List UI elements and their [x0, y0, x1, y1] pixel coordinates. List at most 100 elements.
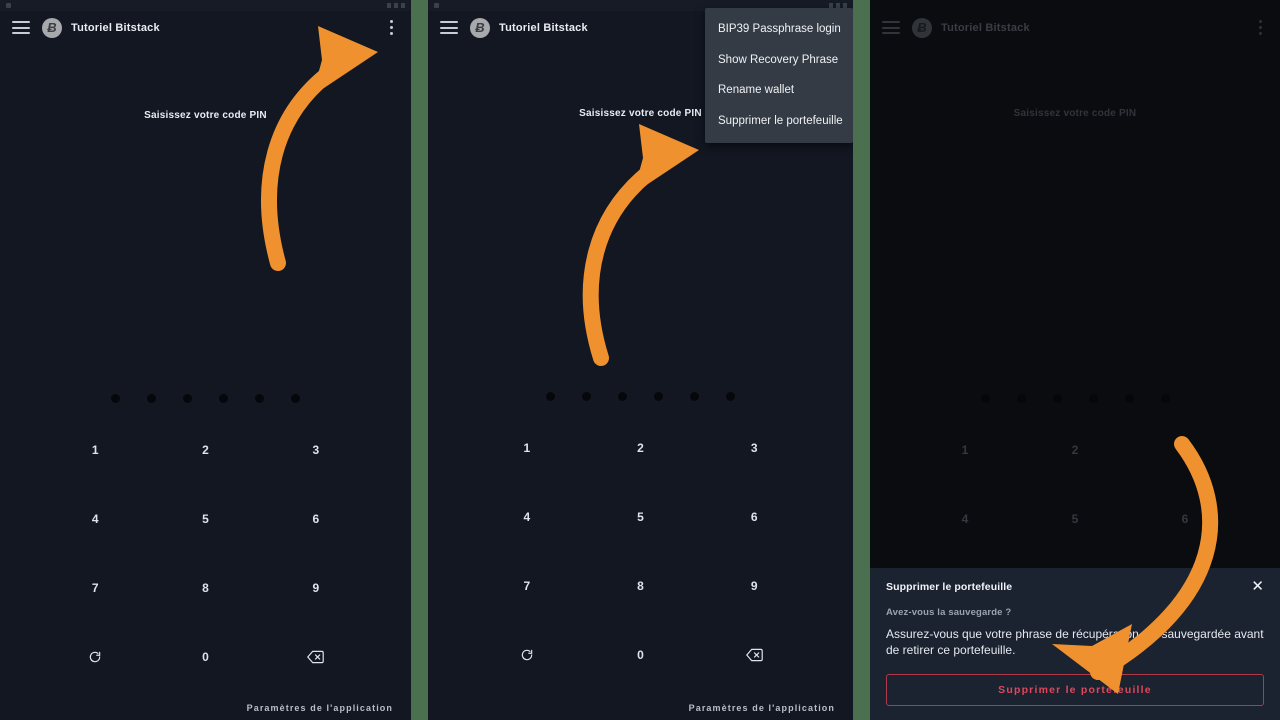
- tutorial-screenshot-stage: Ƀ Tutoriel Bitstack Saisissez votre code…: [0, 0, 1280, 720]
- app-bar: Ƀ Tutoriel Bitstack: [0, 11, 411, 44]
- key-6[interactable]: 6: [261, 484, 371, 553]
- key-4[interactable]: 4: [470, 482, 584, 551]
- app-settings-link[interactable]: Paramètres de l'application: [428, 703, 853, 713]
- pin-dot: [1088, 394, 1098, 403]
- pin-dot: [255, 394, 264, 403]
- status-bar: [870, 0, 1280, 11]
- key-2[interactable]: 2: [1020, 415, 1130, 484]
- key-8[interactable]: 8: [584, 551, 698, 620]
- key-1[interactable]: 1: [40, 415, 150, 484]
- pin-dot-slot: [278, 394, 314, 403]
- key-7[interactable]: 7: [470, 551, 584, 620]
- status-icon: [6, 3, 11, 8]
- pin-dot: [726, 392, 735, 401]
- status-bar: [0, 0, 411, 11]
- pin-dot-slot: [1039, 394, 1075, 403]
- pin-dot: [690, 392, 699, 401]
- key-9[interactable]: 9: [261, 553, 371, 622]
- pin-dot-slot: [967, 394, 1003, 403]
- key-3[interactable]: 3: [261, 415, 371, 484]
- kebab-menu-icon[interactable]: [1252, 18, 1268, 38]
- key-1[interactable]: 1: [910, 415, 1020, 484]
- pin-dot: [147, 394, 156, 403]
- hamburger-icon[interactable]: [440, 21, 458, 34]
- phone-panel-2: Ƀ Tutoriel Bitstack Saisissez votre code…: [428, 0, 853, 720]
- key-backspace[interactable]: [697, 620, 811, 689]
- key-5[interactable]: 5: [1020, 484, 1130, 553]
- app-bar: Ƀ Tutoriel Bitstack: [870, 11, 1280, 44]
- key-4[interactable]: 4: [40, 484, 150, 553]
- dialog-subtitle: Avez-vous la sauvegarde ?: [886, 606, 1012, 618]
- pin-dot: [111, 394, 120, 403]
- hamburger-icon[interactable]: [882, 21, 900, 34]
- dialog-header: Supprimer le portefeuille ✕: [886, 579, 1264, 594]
- pin-dot-slot: [1003, 394, 1039, 403]
- overflow-menu: BIP39 Passphrase login Show Recovery Phr…: [705, 8, 853, 143]
- pin-dot-slot: [677, 392, 713, 401]
- menu-item-show-recovery-phrase[interactable]: Show Recovery Phrase: [705, 45, 853, 76]
- pin-dot-row: [428, 392, 853, 401]
- pin-dot-slot: [206, 394, 242, 403]
- pin-dot-slot: [1075, 394, 1111, 403]
- confirm-delete-wallet-button[interactable]: Supprimer le portefeuille: [886, 674, 1264, 706]
- key-2[interactable]: 2: [584, 413, 698, 482]
- key-8[interactable]: 8: [150, 553, 260, 622]
- pin-dot-slot: [605, 392, 641, 401]
- pin-dot-slot: [134, 394, 170, 403]
- pin-keypad: 1 2 3 4 5 6 7 8 9 0: [40, 415, 371, 691]
- key-3[interactable]: 3: [697, 413, 811, 482]
- pin-dot: [219, 394, 228, 403]
- menu-item-bip39-passphrase-login[interactable]: BIP39 Passphrase login: [705, 14, 853, 45]
- status-bar-right-icons: [387, 3, 405, 8]
- key-shuffle[interactable]: [40, 622, 150, 691]
- key-1[interactable]: 1: [470, 413, 584, 482]
- pin-dot-slot: [242, 394, 278, 403]
- app-title: Tutoriel Bitstack: [499, 21, 588, 34]
- bitcoin-logo-icon: Ƀ: [42, 17, 62, 38]
- key-4[interactable]: 4: [910, 484, 1020, 553]
- hamburger-icon[interactable]: [12, 21, 30, 34]
- key-5[interactable]: 5: [584, 482, 698, 551]
- pin-dot-slot: [569, 392, 605, 401]
- phone-panel-1: Ƀ Tutoriel Bitstack Saisissez votre code…: [0, 0, 411, 720]
- key-0[interactable]: 0: [584, 620, 698, 689]
- key-6[interactable]: 6: [697, 482, 811, 551]
- pin-dot: [1124, 394, 1134, 403]
- key-6[interactable]: 6: [1130, 484, 1240, 553]
- backspace-icon: [745, 648, 763, 661]
- panel-divider-2: [853, 0, 870, 720]
- key-3[interactable]: 3: [1130, 415, 1240, 484]
- status-bar-left-icons: [434, 3, 439, 8]
- pin-dot-row: [870, 394, 1280, 403]
- menu-item-supprimer-le-portefeuille[interactable]: Supprimer le portefeuille: [705, 106, 853, 137]
- wifi-icon: [394, 3, 398, 8]
- key-shuffle[interactable]: [470, 620, 584, 689]
- key-5[interactable]: 5: [150, 484, 260, 553]
- pin-dot: [1016, 394, 1026, 403]
- battery-icon: [401, 3, 405, 8]
- pin-dot-slot: [1147, 394, 1183, 403]
- app-settings-link[interactable]: Paramètres de l'application: [0, 703, 411, 713]
- pin-dot: [1052, 394, 1062, 403]
- key-2[interactable]: 2: [150, 415, 260, 484]
- pin-dot: [618, 392, 627, 401]
- refresh-icon: [521, 649, 533, 660]
- phone-panel-3: Ƀ Tutoriel Bitstack Saisissez votre code…: [870, 0, 1280, 720]
- status-icon: [434, 3, 439, 8]
- pin-prompt-label: Saisissez votre code PIN: [1013, 108, 1137, 119]
- app-title: Tutoriel Bitstack: [71, 21, 160, 34]
- pin-prompt-label: Saisissez votre code PIN: [144, 110, 267, 121]
- kebab-menu-icon[interactable]: [383, 18, 399, 38]
- close-icon[interactable]: ✕: [1251, 579, 1264, 594]
- pin-keypad: 1 2 3 4 5 6 7 8 9 0: [470, 413, 811, 689]
- pin-dot: [980, 394, 990, 403]
- pin-dot-slot: [98, 394, 134, 403]
- menu-item-rename-wallet[interactable]: Rename wallet: [705, 75, 853, 106]
- key-backspace[interactable]: [261, 622, 371, 691]
- pin-dot: [1160, 394, 1170, 403]
- refresh-icon: [89, 651, 101, 662]
- key-0[interactable]: 0: [150, 622, 260, 691]
- status-bar-left-icons: [6, 3, 11, 8]
- key-9[interactable]: 9: [697, 551, 811, 620]
- key-7[interactable]: 7: [40, 553, 150, 622]
